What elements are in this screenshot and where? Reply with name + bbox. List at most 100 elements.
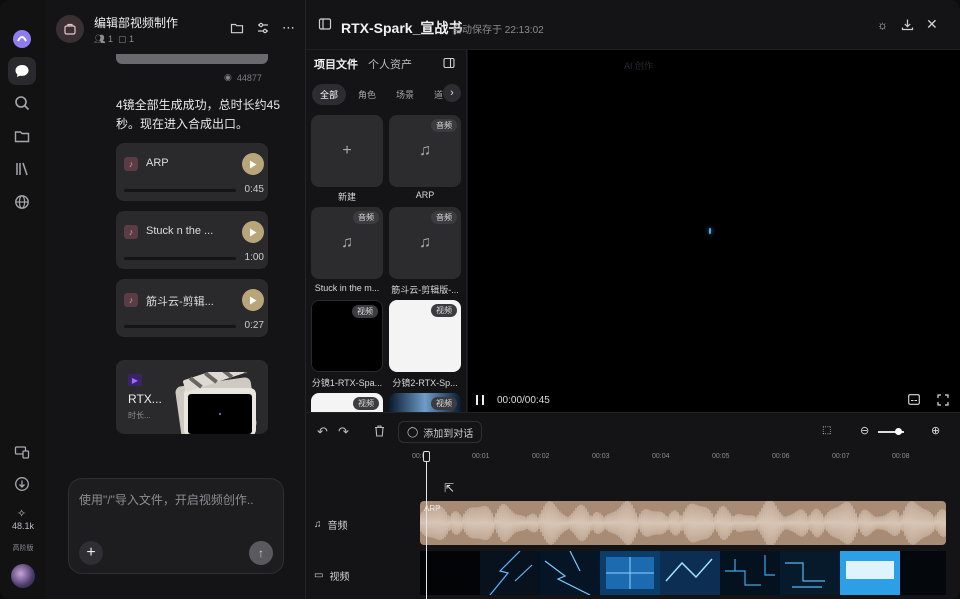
audio-clip[interactable]: ARP	[420, 501, 946, 545]
more-icon[interactable]: ⋯	[282, 20, 295, 38]
asset-tile[interactable]: 音频 ♫	[311, 207, 383, 279]
audio-progress[interactable]	[124, 257, 236, 260]
video-asset-tile[interactable]: 视频	[311, 393, 383, 412]
video-asset-tile[interactable]: 视频	[389, 393, 461, 412]
music-note-icon: ♫	[419, 142, 431, 159]
chat-bubble-icon: ◯	[407, 426, 419, 438]
editor-header: RTX-Spark_宣战书 自动保存于 22:13:02 ☼ ✕	[306, 0, 960, 50]
tab-project-files[interactable]: 项目文件	[314, 56, 358, 72]
playhead-handle[interactable]	[423, 451, 430, 462]
audio-card[interactable]: ♪ 筋斗云-剪辑... 0:27	[116, 279, 268, 337]
loop-icon[interactable]: ⬚	[822, 425, 831, 436]
asset-tile[interactable]: 音频 ♫	[389, 207, 461, 279]
avatar[interactable]	[11, 564, 35, 588]
sparkle-icon: ✧	[17, 508, 27, 520]
time-ruler[interactable]: 00:00 00:01 00:02 00:03 00:04 00:05 00:0…	[412, 453, 960, 467]
download-icon[interactable]	[8, 470, 36, 498]
tab-personal-assets[interactable]: 个人资产	[368, 56, 412, 72]
video-asset-tile[interactable]: 视频	[311, 300, 383, 372]
assets-panel: 项目文件 个人资产 全部 角色 场景 道 › + 新建 音频 ♫ ARP 音频 …	[306, 50, 467, 412]
members-icon: 👥︎	[94, 33, 106, 44]
close-icon[interactable]: ✕	[926, 16, 938, 33]
clapperboard-illustration	[175, 372, 257, 434]
pause-button[interactable]	[476, 395, 484, 405]
playhead-line[interactable]	[426, 451, 427, 599]
music-note-icon: ♫	[314, 519, 322, 530]
plus-icon: +	[342, 142, 352, 159]
chat-header: 编辑部视频制作 👥︎ 1 ▢ 1 ⋯	[56, 12, 295, 46]
music-note-icon: ♪	[124, 157, 138, 171]
chat-icon[interactable]	[8, 57, 36, 85]
previous-message-stub	[116, 54, 268, 64]
play-button[interactable]	[242, 153, 264, 175]
attach-button[interactable]: +	[79, 541, 103, 565]
playback-time: 00:00/00:45	[497, 395, 550, 406]
trash-icon[interactable]	[374, 425, 385, 440]
ruler-tick: 00:07	[832, 453, 850, 460]
mouse-cursor-icon: ⇱	[444, 481, 455, 495]
asset-type-badge: 视频	[353, 397, 379, 410]
devices-icon[interactable]	[8, 438, 36, 466]
audio-card[interactable]: ♪ Stuck n the ... 1:00	[116, 211, 268, 269]
send-button[interactable]: ↑	[249, 541, 273, 565]
group-avatar[interactable]	[56, 15, 84, 43]
video-result-card[interactable]: ▶ RTX... 时长...	[116, 360, 268, 434]
redo-icon[interactable]: ↷	[338, 424, 349, 440]
message-composer[interactable]: 使用"/"导入文件，开启视频创作.. + ↑	[68, 478, 284, 574]
video-card-sub: 时长...	[128, 411, 151, 420]
icon-rail: ✧ 48.1k 高阶版	[0, 0, 46, 599]
asset-tile[interactable]: 音频 ♫	[389, 115, 461, 187]
app-logo-icon[interactable]	[8, 25, 36, 53]
ruler-tick: 00:03	[592, 453, 610, 460]
chevron-right-icon[interactable]: ›	[443, 84, 461, 102]
asset-caption: 分镜2-RTX-Sp...	[392, 378, 458, 388]
preview-controls: 00:00/00:45	[468, 390, 960, 412]
filter-scene[interactable]: 场景	[388, 84, 422, 105]
ruler-tick: 00:08	[892, 453, 910, 460]
zoom-slider-handle[interactable]	[895, 428, 902, 435]
fullscreen-icon[interactable]	[937, 394, 949, 409]
video-camera-icon: ▭	[314, 570, 324, 581]
audio-progress[interactable]	[124, 189, 236, 192]
globe-icon[interactable]	[8, 188, 36, 216]
undo-icon[interactable]: ↶	[317, 424, 328, 440]
video-clip[interactable]	[420, 551, 946, 595]
audio-card[interactable]: ♪ ARP 0:45	[116, 143, 268, 201]
search-icon[interactable]	[8, 89, 36, 117]
zoom-out-icon[interactable]: ⊖	[860, 424, 869, 437]
asset-caption: Stuck in the m...	[314, 283, 380, 293]
settings-sliders-icon[interactable]	[256, 21, 270, 38]
theme-sun-icon[interactable]: ☼	[877, 18, 888, 32]
subtitles-icon[interactable]	[908, 394, 920, 408]
audio-duration: 0:27	[244, 320, 264, 331]
audio-name: Stuck n the ...	[146, 225, 214, 237]
filter-character[interactable]: 角色	[350, 84, 384, 105]
filter-all[interactable]: 全部	[312, 84, 347, 105]
add-to-chat-button[interactable]: ◯ 添加到对话	[398, 421, 483, 443]
ruler-tick: 00:05	[712, 453, 730, 460]
composer-placeholder[interactable]: 使用"/"导入文件，开启视频创作..	[79, 491, 254, 508]
folder-icon[interactable]	[8, 122, 36, 150]
preview-spark	[709, 228, 711, 234]
audio-progress[interactable]	[124, 325, 236, 328]
video-thumbnails	[420, 551, 946, 595]
new-asset-tile[interactable]: +	[311, 115, 383, 187]
project-title[interactable]: RTX-Spark_宣战书	[341, 18, 462, 38]
play-button[interactable]	[242, 289, 264, 311]
video-preview[interactable]: AI 创作 00:00/00:45	[468, 50, 960, 412]
sidebar-toggle-icon[interactable]	[318, 17, 332, 34]
asset-type-badge: 视频	[431, 397, 457, 410]
collapse-panel-icon[interactable]	[443, 57, 455, 72]
audio-waveform	[420, 501, 946, 545]
add-to-chat-label: 添加到对话	[423, 428, 474, 440]
audio-duration: 1:00	[244, 252, 264, 263]
export-icon[interactable]	[901, 18, 914, 34]
plan-label: 高阶版	[12, 545, 34, 552]
play-button[interactable]	[242, 221, 264, 243]
music-note-icon: ♪	[124, 225, 138, 239]
folder-icon[interactable]	[230, 21, 244, 38]
zoom-in-icon[interactable]: ⊕	[931, 424, 940, 437]
asset-caption: 新建	[337, 192, 356, 202]
video-asset-tile[interactable]: 视频	[389, 300, 461, 372]
library-icon[interactable]	[8, 155, 36, 183]
